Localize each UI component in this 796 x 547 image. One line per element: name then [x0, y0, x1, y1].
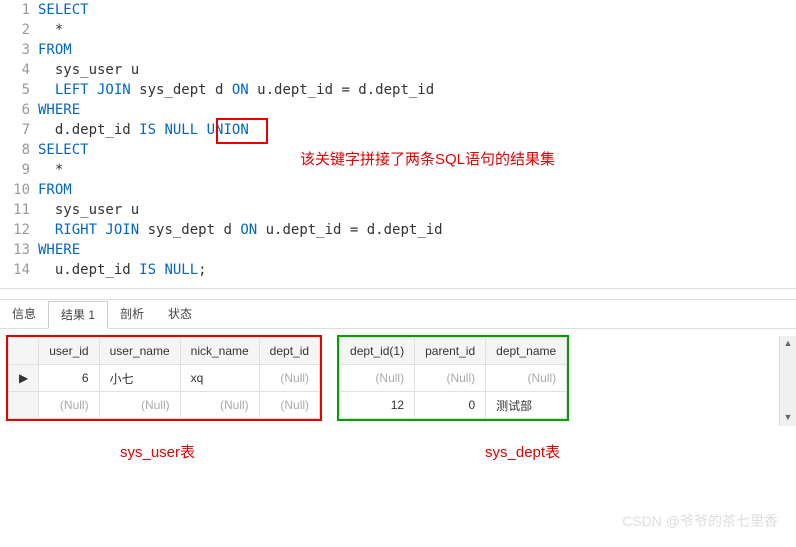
tab-状态[interactable]: 状态: [156, 301, 204, 327]
sys-dept-label: sys_dept表: [485, 441, 560, 462]
sys-dept-table[interactable]: dept_id(1)parent_iddept_name(Null)(Null)…: [339, 337, 567, 419]
column-header[interactable]: dept_id: [259, 338, 319, 365]
sys-user-label: sys_user表: [120, 441, 195, 462]
annotation-text: 该关键字拼接了两条SQL语句的结果集: [300, 148, 555, 169]
table-labels: sys_user表 sys_dept表: [0, 427, 796, 476]
code-area[interactable]: SELECT *FROM sys_user u LEFT JOIN sys_de…: [38, 0, 796, 280]
tab-结果 1[interactable]: 结果 1: [48, 301, 108, 329]
scroll-down-icon[interactable]: ▼: [780, 410, 796, 424]
tab-信息[interactable]: 信息: [0, 301, 48, 327]
vertical-scrollbar[interactable]: ▲ ▼: [779, 336, 796, 426]
result-tabs: 信息结果 1剖析状态: [0, 299, 796, 329]
line-gutter: 1234567891011121314: [0, 0, 38, 280]
table-row[interactable]: (Null)(Null)(Null): [340, 365, 567, 392]
column-header[interactable]: nick_name: [180, 338, 259, 365]
column-header[interactable]: parent_id: [415, 338, 486, 365]
column-header[interactable]: dept_id(1): [340, 338, 415, 365]
scroll-up-icon[interactable]: ▲: [780, 336, 796, 350]
table-row[interactable]: ▶6小七xq(Null): [9, 365, 320, 392]
results-panel: user_iduser_namenick_namedept_id▶6小七xq(N…: [0, 329, 796, 427]
table-row[interactable]: 120测试部: [340, 392, 567, 419]
sys-dept-table-wrap: dept_id(1)parent_iddept_name(Null)(Null)…: [337, 335, 569, 421]
sql-editor[interactable]: 1234567891011121314 SELECT *FROM sys_use…: [0, 0, 796, 289]
watermark: CSDN @爷爷的茶七里香: [622, 511, 778, 531]
column-header[interactable]: user_name: [99, 338, 180, 365]
column-header[interactable]: dept_name: [486, 338, 567, 365]
sys-user-table[interactable]: user_iduser_namenick_namedept_id▶6小七xq(N…: [8, 337, 320, 419]
tab-剖析[interactable]: 剖析: [108, 301, 156, 327]
table-row[interactable]: (Null)(Null)(Null)(Null): [9, 392, 320, 419]
column-header[interactable]: user_id: [39, 338, 99, 365]
sys-user-table-wrap: user_iduser_namenick_namedept_id▶6小七xq(N…: [6, 335, 322, 421]
